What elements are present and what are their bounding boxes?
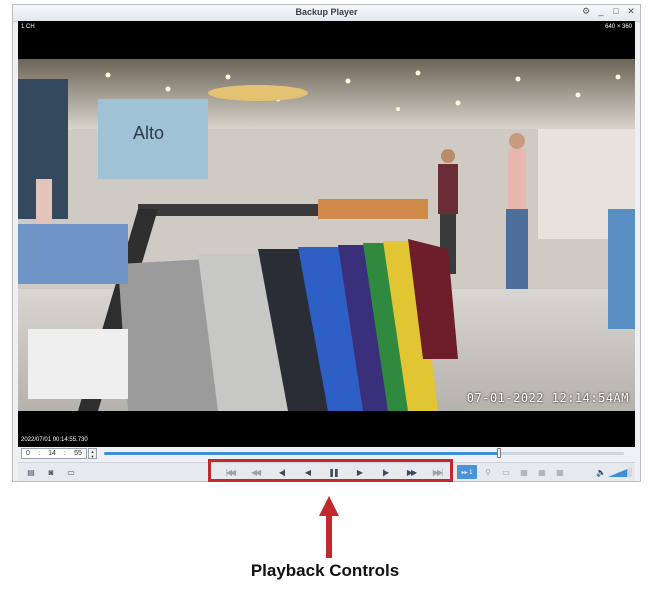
export-icon[interactable]: ▤ <box>24 465 38 479</box>
video-viewport[interactable]: 1 CH 640 × 360 Alto 07-01-2022 12:14:54A… <box>18 21 635 447</box>
seek-slider[interactable] <box>104 448 624 458</box>
volume-slider[interactable] <box>608 467 632 477</box>
time-separator: : <box>64 450 66 457</box>
title-bar[interactable]: Backup Player ⚙ _ □ ✕ <box>13 5 640 22</box>
layout-9-icon[interactable]: ▦ <box>535 465 549 479</box>
time-spinner[interactable]: ▲ ▼ <box>88 448 97 459</box>
time-separator: : <box>38 450 41 457</box>
layout-4-icon[interactable]: ▦ <box>517 465 531 479</box>
print-icon[interactable]: ▭ <box>64 465 78 479</box>
layout-16-icon[interactable]: ▦ <box>553 465 567 479</box>
video-overlay-timestamp: 07-01-2022 12:14:54AM <box>466 391 629 405</box>
video-frame-image: Alto <box>18 59 635 411</box>
time-seconds: 55 <box>74 450 82 457</box>
seek-progress-fill <box>104 452 500 455</box>
channel-label: 1 CH <box>21 24 35 30</box>
close-icon[interactable]: ✕ <box>626 6 636 17</box>
snapshot-icon[interactable]: ◙ <box>44 465 58 479</box>
backup-player-window: Backup Player ⚙ _ □ ✕ 1 CH 640 × 360 Alt… <box>12 4 641 482</box>
time-minutes: 14 <box>48 450 56 457</box>
zoom-icon[interactable]: ⚲ <box>481 465 495 479</box>
playback-controls-highlight <box>208 459 453 482</box>
resolution-label: 640 × 360 <box>605 24 632 30</box>
svg-text:Alto: Alto <box>133 123 164 143</box>
volume-fill <box>608 469 628 477</box>
time-input[interactable]: 0 : 14 : 55 <box>21 448 87 459</box>
playback-datetime: 2022/07/01 00:14:55.730 <box>21 437 88 443</box>
seek-handle[interactable] <box>497 448 502 458</box>
maximize-icon[interactable]: □ <box>611 6 621 17</box>
annotation-caption: Playback Controls <box>250 561 400 580</box>
window-title: Backup Player <box>295 7 358 17</box>
minimize-icon[interactable]: _ <box>596 6 606 17</box>
gear-icon[interactable]: ⚙ <box>581 6 591 17</box>
playback-speed-button[interactable]: ▸▸ 1 <box>457 465 477 479</box>
layout-1-icon[interactable]: ▭ <box>499 465 513 479</box>
speaker-icon[interactable]: 🔈 <box>595 465 607 479</box>
window-controls: ⚙ _ □ ✕ <box>581 6 636 17</box>
time-hours: 0 <box>26 450 30 457</box>
arrow-shaft <box>326 513 332 558</box>
